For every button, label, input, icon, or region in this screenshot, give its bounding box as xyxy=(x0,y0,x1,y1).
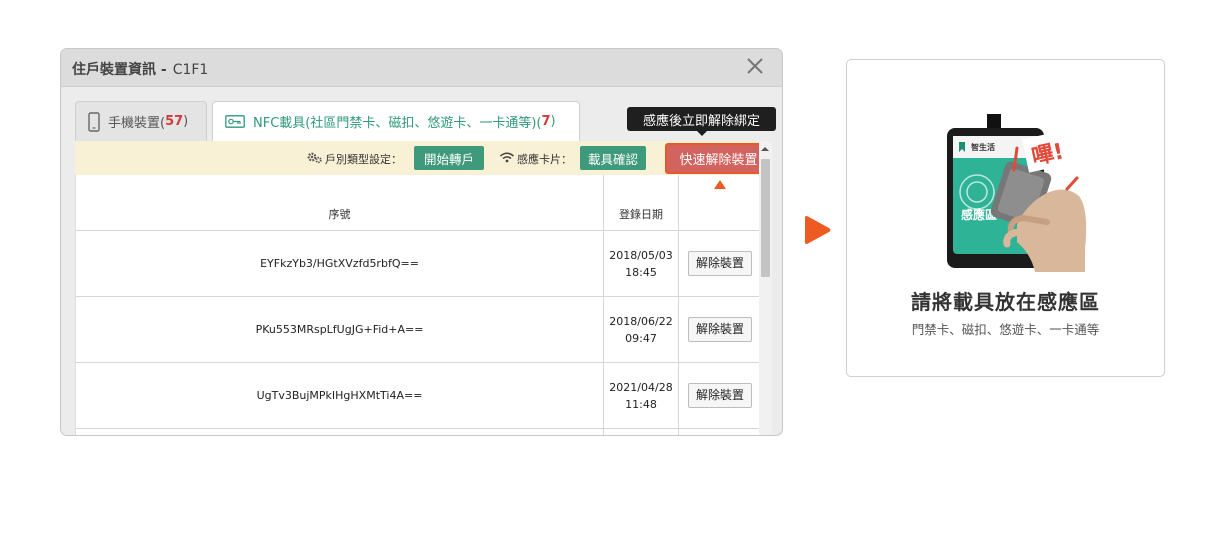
nfc-count: 7 xyxy=(541,114,551,129)
tab-phone-devices[interactable]: 手機裝置(57) xyxy=(75,101,207,141)
phone-count: 57 xyxy=(165,114,184,129)
unit-code: C1F1 xyxy=(172,62,209,78)
date-value: 2021/04/28 xyxy=(609,380,673,394)
tab-nfc-devices[interactable]: NFC載具(社區門禁卡、磁扣、悠遊卡、一卡通等)(7) xyxy=(212,101,580,141)
table-row xyxy=(76,428,761,435)
table-row: PKu553MRspLfUgJG+Fid+A== 2018/06/22 09:47… xyxy=(76,296,761,363)
table-row: EYFkzYb3/HGtXVzfd5rbfQ== 2018/05/03 18:45… xyxy=(76,230,761,297)
sensor-card-label: 感應卡片： xyxy=(499,151,572,167)
card-subtitle: 門禁卡、磁扣、悠遊卡、一卡通等 xyxy=(911,322,1100,337)
header-action xyxy=(678,175,761,231)
scroll-up-icon[interactable] xyxy=(761,147,769,151)
quick-remove-device-button[interactable]: 快速解除裝置 xyxy=(665,143,772,174)
wifi-icon xyxy=(499,152,517,166)
header-date: 登錄日期 xyxy=(603,175,679,231)
device-table-container: 序號 登錄日期 EYFkzYb3/HGtXVzfd5rbfQ== 2018/05… xyxy=(75,175,761,435)
card-key-icon xyxy=(225,115,245,128)
tab-phone-label: 手機裝置( xyxy=(108,116,166,131)
gear-icon xyxy=(307,152,325,167)
action-cell: 解除裝置 xyxy=(678,296,761,363)
time-value: 11:48 xyxy=(625,397,657,411)
action-cell: 解除裝置 xyxy=(678,362,761,429)
table-scrollbar[interactable] xyxy=(759,141,772,435)
toolbar: 戶別類型設定： 開始轉戶 感應卡片： 載具確認 快速解除裝置 xyxy=(75,141,772,175)
pointer-arrow-icon xyxy=(714,180,726,189)
table-row: UgTv3BujMPkIHgHXMtTi4A== 2021/04/28 11:48… xyxy=(76,362,761,429)
dialog-title-text: 住戶裝置資訊 - xyxy=(72,62,167,78)
date-cell: 2018/06/22 09:47 xyxy=(603,296,679,363)
close-icon[interactable] xyxy=(744,55,766,77)
card-title: 請將載具放在感應區 xyxy=(911,290,1100,314)
household-type-label: 戶別類型設定： xyxy=(307,151,402,167)
header-serial: 序號 xyxy=(76,175,604,231)
scroll-thumb[interactable] xyxy=(761,159,770,277)
device-brand-text: 智生活 xyxy=(971,142,995,152)
date-value: 2018/06/22 xyxy=(609,314,673,328)
tab-nfc-suffix: ) xyxy=(550,114,556,129)
phone-icon xyxy=(88,111,100,132)
tab-nfc-label: NFC載具(社區門禁卡、磁扣、悠遊卡、一卡通等)( xyxy=(253,116,542,131)
serial-cell: EYFkzYb3/HGtXVzfd5rbfQ== xyxy=(76,230,604,297)
table-header-row: 序號 登錄日期 xyxy=(76,175,761,231)
dialog-title: 住戶裝置資訊 - C1F1 xyxy=(72,59,208,79)
remove-device-button[interactable]: 解除裝置 xyxy=(688,383,752,408)
date-value: 2018/05/03 xyxy=(609,248,673,262)
dialog-header: 住戶裝置資訊 - C1F1 xyxy=(61,49,782,87)
play-arrow-icon xyxy=(802,215,832,249)
serial-cell-empty xyxy=(76,428,604,435)
device-confirm-button[interactable]: 載具確認 xyxy=(580,146,646,170)
remove-device-button[interactable]: 解除裝置 xyxy=(688,251,752,276)
date-cell: 2021/04/28 11:48 xyxy=(603,362,679,429)
nfc-instruction-card: 智生活 感應區 嗶! 請將載具放在感應區 門禁卡、磁扣、悠遊卡、一卡通等 xyxy=(846,59,1165,377)
sensor-card-text: 感應卡片： xyxy=(517,153,572,166)
date-cell-empty xyxy=(603,428,679,435)
action-cell-empty xyxy=(678,428,761,435)
quick-remove-tooltip: 感應後立即解除綁定 xyxy=(627,107,776,131)
remove-device-button[interactable]: 解除裝置 xyxy=(688,317,752,342)
action-cell: 解除裝置 xyxy=(678,230,761,297)
time-value: 09:47 xyxy=(625,331,657,345)
device-table: 序號 登錄日期 EYFkzYb3/HGtXVzfd5rbfQ== 2018/05… xyxy=(76,175,761,435)
start-transfer-button[interactable]: 開始轉戶 xyxy=(414,146,484,170)
serial-cell: PKu553MRspLfUgJG+Fid+A== xyxy=(76,296,604,363)
household-type-text: 戶別類型設定： xyxy=(325,153,402,166)
date-cell: 2018/05/03 18:45 xyxy=(603,230,679,297)
serial-cell: UgTv3BujMPkIHgHXMtTi4A== xyxy=(76,362,604,429)
time-value: 18:45 xyxy=(625,265,657,279)
tab-phone-suffix: ) xyxy=(183,114,189,129)
tooltip-tail xyxy=(697,131,707,136)
nfc-reader-illustration: 智生活 感應區 嗶! xyxy=(947,114,1092,276)
